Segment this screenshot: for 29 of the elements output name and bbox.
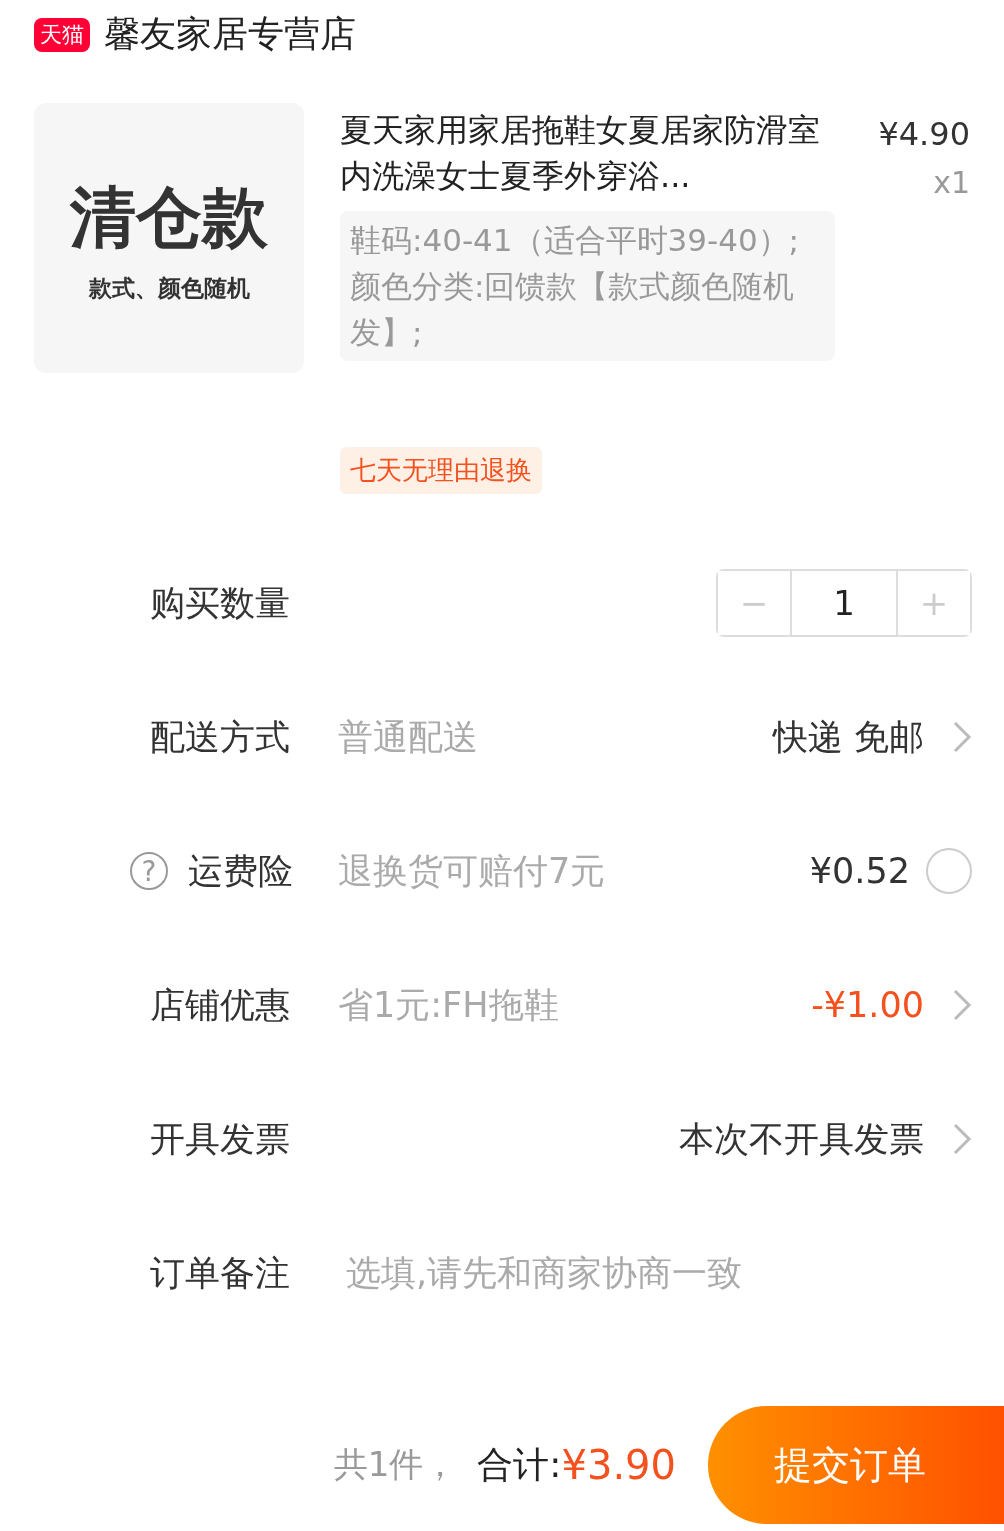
product-title[interactable]: 夏天家用家居拖鞋女夏居家防滑室内洗澡女士夏季外穿浴... — [340, 107, 840, 199]
row-label: 购买数量 — [150, 581, 291, 625]
row-label: 配送方式 — [150, 715, 291, 759]
total-price: ¥3.90 — [561, 1442, 676, 1488]
row-description: 普通配送 — [338, 715, 479, 759]
row-value[interactable]: 本次不开具发票 — [679, 1115, 924, 1163]
image-title: 清仓款 — [70, 177, 268, 258]
radio-button[interactable] — [926, 848, 972, 894]
row-value: ¥0.52 — [809, 851, 910, 891]
row-label: 运费险 — [188, 849, 294, 893]
row-label: 订单备注 — [150, 1251, 291, 1295]
store-badge: 天猫 — [34, 17, 90, 52]
shop-name[interactable]: 馨友家居专营店 — [104, 10, 356, 59]
return-policy-tag: 七天无理由退换 — [340, 447, 542, 494]
row-label: 开具发票 — [150, 1117, 291, 1161]
image-subtitle: 款式、颜色随机 — [88, 273, 250, 303]
product-price: ¥4.90 — [877, 115, 970, 153]
chevron-right-icon — [952, 720, 972, 754]
item-count: 共1件， — [333, 1443, 458, 1486]
sku-details: 鞋码:40-41（适合平时39-40）;颜色分类:回馈款【款式颜色随机发】; — [340, 211, 835, 361]
row-value[interactable]: 快递 免邮 — [772, 713, 924, 761]
total-label: 合计: — [477, 1442, 562, 1487]
row-description: 退换货可赔付7元 — [338, 849, 607, 893]
product-quantity: x1 — [932, 165, 970, 200]
product-image[interactable]: 清仓款 款式、颜色随机 — [34, 103, 304, 373]
row-label: 店铺优惠 — [150, 983, 291, 1027]
row-description: 省1元:FH拖鞋 — [338, 983, 560, 1027]
chevron-right-icon — [952, 988, 972, 1022]
chevron-right-icon — [952, 1122, 972, 1156]
